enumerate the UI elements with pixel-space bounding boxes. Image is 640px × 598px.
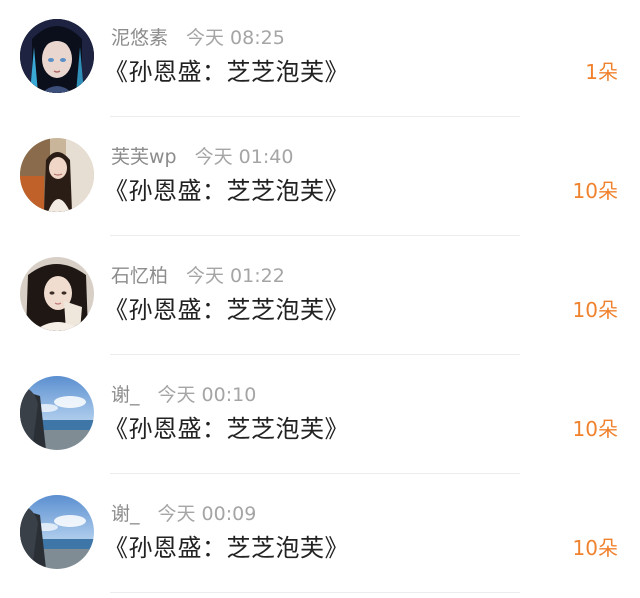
gift-count: 10朵 <box>572 417 618 441</box>
list-item[interactable]: 芙芙wp 今天 01:40 《孙恩盛：芝芝泡芙》 10朵 <box>0 119 640 238</box>
send-time: 今天 00:09 <box>157 503 257 525</box>
divider <box>110 473 520 474</box>
beach-sky-photo-image <box>20 376 94 450</box>
item-title: 《孙恩盛：芝芝泡芙》 <box>104 177 349 205</box>
gift-count: 10朵 <box>572 179 618 203</box>
avatar[interactable] <box>20 19 94 93</box>
sender-meta: 谢_ 今天 00:10 <box>111 382 256 408</box>
list-item[interactable]: 泥悠素 今天 08:25 《孙恩盛：芝芝泡芙》 1朵 <box>0 0 640 119</box>
beach-sky-photo-image <box>20 495 94 569</box>
divider <box>110 235 520 236</box>
list-item[interactable]: 谢_ 今天 00:09 《孙恩盛：芝芝泡芙》 10朵 <box>0 476 640 595</box>
send-time: 今天 08:25 <box>186 27 285 49</box>
gift-count: 10朵 <box>572 536 618 560</box>
divider <box>110 354 520 355</box>
gift-count: 1朵 <box>585 60 618 84</box>
send-time: 今天 01:22 <box>186 265 285 287</box>
list-item[interactable]: 谢_ 今天 00:10 《孙恩盛：芝芝泡芙》 10朵 <box>0 357 640 476</box>
avatar[interactable] <box>20 495 94 569</box>
sender-name: 芙芙wp <box>111 146 177 168</box>
avatar[interactable] <box>20 138 94 212</box>
divider <box>110 592 520 593</box>
sender-meta: 芙芙wp 今天 01:40 <box>111 144 293 170</box>
anime-portrait-image <box>20 19 94 93</box>
sender-meta: 石忆柏 今天 01:22 <box>111 263 285 289</box>
divider <box>110 116 520 117</box>
sender-name: 谢_ <box>111 384 140 406</box>
sender-name: 谢_ <box>111 503 140 525</box>
girl-selfie-portrait-image <box>20 257 94 331</box>
sender-meta: 谢_ 今天 00:09 <box>111 501 256 527</box>
avatar[interactable] <box>20 257 94 331</box>
list-item[interactable]: 石忆柏 今天 01:22 《孙恩盛：芝芝泡芙》 10朵 <box>0 238 640 357</box>
send-time: 今天 00:10 <box>157 384 257 406</box>
item-title: 《孙恩盛：芝芝泡芙》 <box>104 58 349 86</box>
item-title: 《孙恩盛：芝芝泡芙》 <box>104 296 349 324</box>
gift-record-list: 泥悠素 今天 08:25 《孙恩盛：芝芝泡芙》 1朵 芙芙wp 今天 01:40 《… <box>0 0 640 598</box>
girl-in-car-portrait-image <box>20 138 94 212</box>
item-title: 《孙恩盛：芝芝泡芙》 <box>104 415 349 443</box>
sender-name: 石忆柏 <box>111 265 169 287</box>
sender-name: 泥悠素 <box>111 27 169 49</box>
avatar[interactable] <box>20 376 94 450</box>
item-title: 《孙恩盛：芝芝泡芙》 <box>104 534 349 562</box>
send-time: 今天 01:40 <box>194 146 294 168</box>
gift-count: 10朵 <box>572 298 618 322</box>
sender-meta: 泥悠素 今天 08:25 <box>111 25 285 51</box>
